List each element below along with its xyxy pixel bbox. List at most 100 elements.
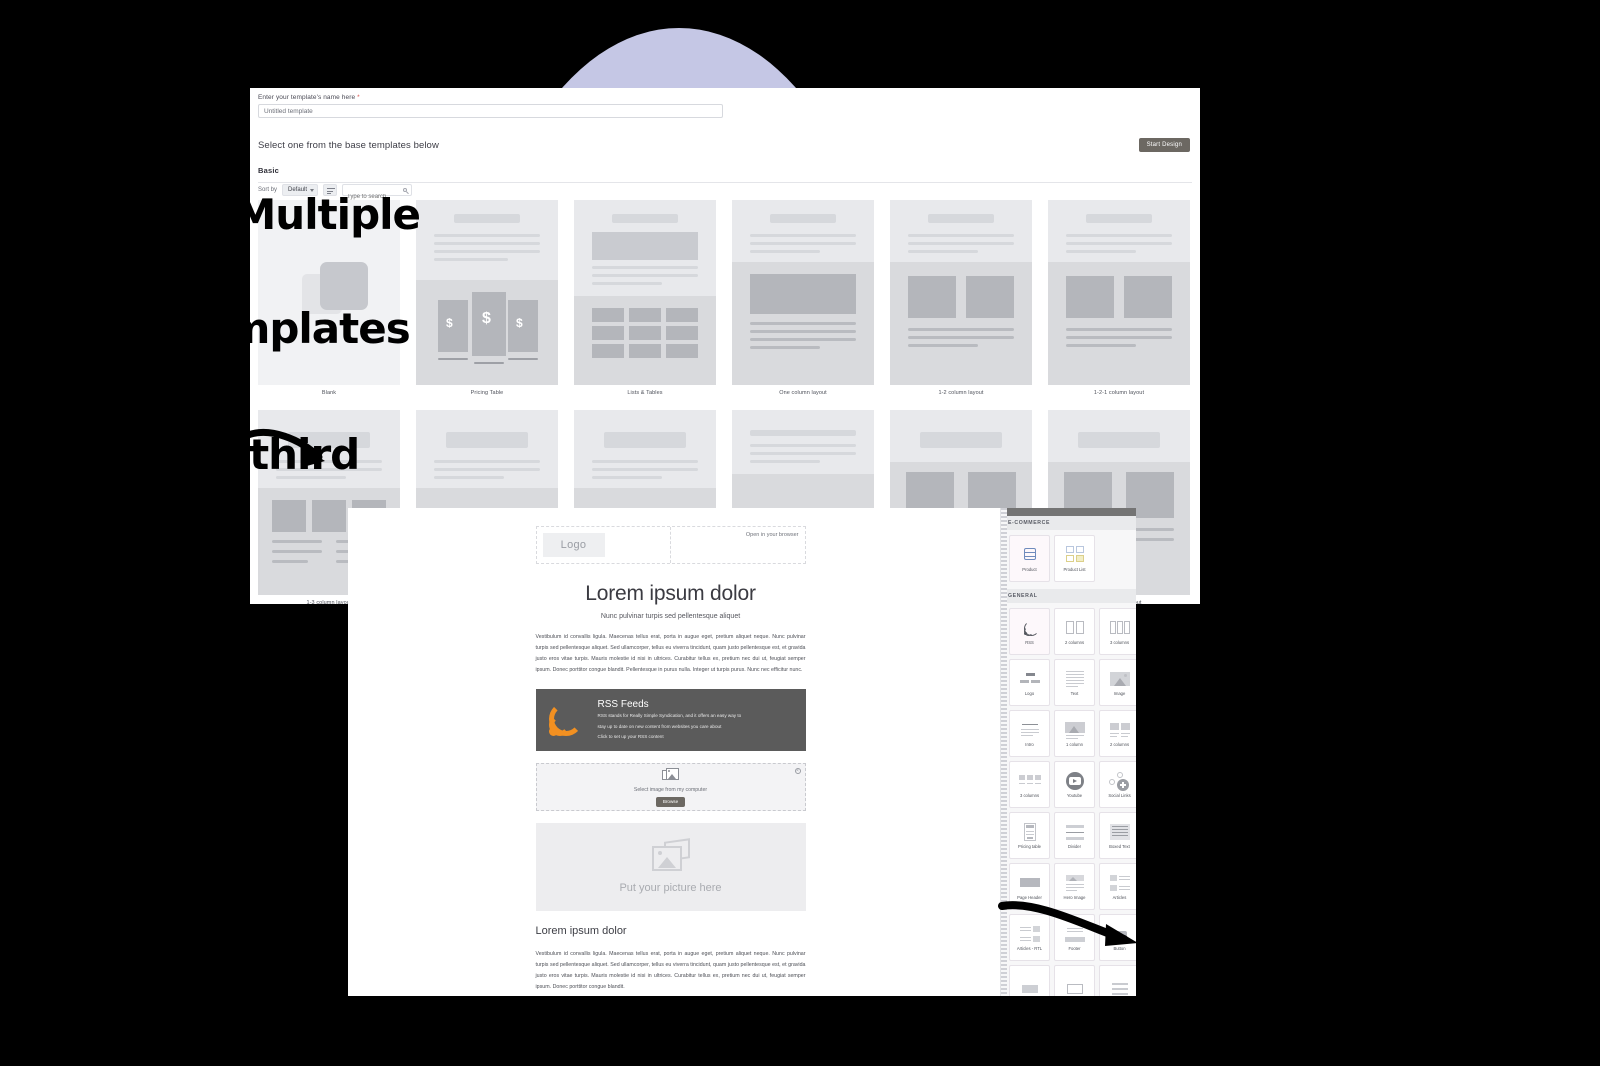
pricing-table-icon [1018, 822, 1042, 842]
email-heading[interactable]: Lorem ipsum dolor [536, 582, 806, 606]
content-blocks-panel: E-COMMERCE Product Product List GENERAL … [1000, 508, 1136, 996]
rss-icon [544, 699, 586, 741]
template-thumbnail-1-2-column [890, 200, 1032, 385]
block-card-extra-3[interactable] [1099, 965, 1136, 996]
open-in-browser-link[interactable]: Open in your browser [746, 532, 799, 538]
block-label: Footer [1068, 945, 1081, 951]
template-card[interactable]: 1-2 column layout [890, 200, 1032, 396]
panel-top-bar [1001, 508, 1136, 516]
one-column-image-icon [1063, 720, 1087, 740]
email-subheading[interactable]: Nunc pulvinar turpis sed pellentesque al… [536, 613, 806, 620]
template-card[interactable]: 1-2-1 column layout [1048, 200, 1190, 396]
block-card-product[interactable]: Product [1009, 535, 1050, 582]
template-thumbnail-one-column [732, 200, 874, 385]
block-label: Social Links [1108, 792, 1131, 798]
intro-icon [1018, 720, 1042, 740]
block-label: Articles [1112, 894, 1127, 900]
block-card-page-header[interactable]: Page Header [1009, 863, 1050, 910]
email-header-row[interactable]: Logo Open in your browser [535, 526, 806, 564]
template-label: 1-2 column layout [938, 390, 984, 396]
block-card-3-column-image[interactable]: 3 columns [1009, 761, 1050, 808]
email-editor-window: Logo Open in your browser Lorem ipsum do… [348, 508, 1136, 996]
footer-icon [1063, 924, 1087, 944]
block-card-image[interactable]: Image [1099, 659, 1136, 706]
block-card-1-column[interactable]: 1 column [1054, 710, 1095, 757]
social-links-icon [1108, 771, 1132, 791]
template-card[interactable]: $ $ $ Pricing Table [416, 200, 558, 396]
template-card[interactable]: One column layout [732, 200, 874, 396]
block-label: 2 columns [1064, 639, 1085, 645]
logo-icon [1018, 669, 1042, 689]
placeholder-icon [1018, 979, 1042, 997]
block-label: Product List [1063, 566, 1086, 572]
block-card-extra-2[interactable] [1054, 965, 1095, 996]
block-label: RSS [1025, 639, 1034, 645]
email-paragraph-2[interactable]: Vestibulum id convallis ligula. Maecenas… [536, 949, 806, 992]
block-label: Articles - RTL [1016, 945, 1043, 951]
image-upload-block[interactable]: × Select image from my computer Browse [535, 763, 806, 812]
block-card-footer[interactable]: Footer [1054, 914, 1095, 961]
placeholder-icon [1063, 979, 1087, 997]
template-name-label: Enter your template's name here * [258, 94, 360, 101]
block-card-pricing-table[interactable]: Pricing table [1009, 812, 1050, 859]
hero-image-icon [1063, 873, 1087, 893]
block-card-2-column-image[interactable]: 2 columns [1099, 710, 1136, 757]
block-card-text[interactable]: Text [1054, 659, 1095, 706]
panel-scrollbar[interactable] [1001, 508, 1007, 996]
block-label: Youtube [1066, 792, 1083, 798]
block-card-youtube[interactable]: Youtube [1054, 761, 1095, 808]
block-card-articles-rtl[interactable]: Articles - RTL [1009, 914, 1050, 961]
template-card[interactable]: Lists & Tables [574, 200, 716, 396]
block-card-product-list[interactable]: Product List [1054, 535, 1095, 582]
start-design-button[interactable]: Start Design [1138, 138, 1190, 152]
block-card-divider[interactable]: Divider [1054, 812, 1095, 859]
browse-button[interactable]: Browse [655, 796, 686, 807]
block-card-extra-1[interactable] [1009, 965, 1050, 996]
placeholder-icon [1108, 979, 1132, 997]
email-heading-2[interactable]: Lorem ipsum dolor [536, 925, 806, 937]
email-header-left[interactable]: Logo [537, 527, 671, 563]
two-column-image-icon [1108, 720, 1132, 740]
logo-placeholder[interactable]: Logo [542, 533, 605, 557]
composition-stage: Enter your template's name here * Select… [0, 0, 1600, 1066]
block-card-button[interactable]: Button [1099, 914, 1136, 961]
rss-description-line-1: RSS stands for Really Simple Syndication… [597, 713, 742, 719]
shirt-icon [1018, 545, 1042, 565]
block-card-hero-image[interactable]: Hero Image [1054, 863, 1095, 910]
general-blocks-grid: RSS 2 columns 3 columns Logo Text Image … [1001, 603, 1136, 996]
template-label: One column layout [779, 390, 827, 396]
picture-placeholder-block[interactable]: Put your picture here [535, 823, 806, 912]
close-icon[interactable]: × [794, 768, 801, 775]
picture-placeholder-text: Put your picture here [619, 882, 722, 895]
ecommerce-blocks-grid: Product Product List [1001, 530, 1136, 589]
block-card-2-columns[interactable]: 2 columns [1054, 608, 1095, 655]
image-icon [1108, 669, 1132, 689]
rss-description-line-2: stay up to date on new content from webs… [597, 723, 722, 729]
email-body: Logo Open in your browser Lorem ipsum do… [535, 526, 806, 993]
rss-feeds-block[interactable]: RSS Feeds RSS stands for Really Simple S… [535, 689, 806, 752]
template-name-section: Enter your template's name here * [250, 88, 1200, 118]
block-card-boxed-text[interactable]: Boxed Text [1099, 812, 1136, 859]
template-label: Lists & Tables [627, 390, 663, 396]
rss-description-line-3[interactable]: Click to set up your RSS content [598, 733, 742, 741]
block-label: Hero Image [1063, 894, 1086, 900]
template-thumbnail-pricing: $ $ $ [416, 200, 558, 385]
text-lines-icon [1063, 669, 1087, 689]
block-card-logo[interactable]: Logo [1009, 659, 1050, 706]
email-paragraph[interactable]: Vestibulum id convallis ligula. Maecenas… [536, 632, 806, 675]
block-label: Button [1113, 945, 1126, 951]
block-label: Image [1113, 690, 1126, 696]
template-thumbnail-lists [574, 200, 716, 385]
block-card-3-columns[interactable]: 3 columns [1099, 608, 1136, 655]
upload-instruction-text: Select image from my computer [633, 786, 708, 793]
block-label: Logo [1024, 690, 1035, 696]
youtube-icon [1063, 771, 1087, 791]
articles-rtl-icon [1018, 924, 1042, 944]
block-card-social-links[interactable]: Social Links [1099, 761, 1136, 808]
block-card-rss[interactable]: RSS [1009, 608, 1050, 655]
email-header-right[interactable]: Open in your browser [671, 527, 805, 563]
block-card-articles[interactable]: Articles [1099, 863, 1136, 910]
block-card-intro[interactable]: Intro [1009, 710, 1050, 757]
picker-subtitle: Select one from the base templates below [258, 140, 439, 151]
template-name-input[interactable] [258, 104, 723, 118]
